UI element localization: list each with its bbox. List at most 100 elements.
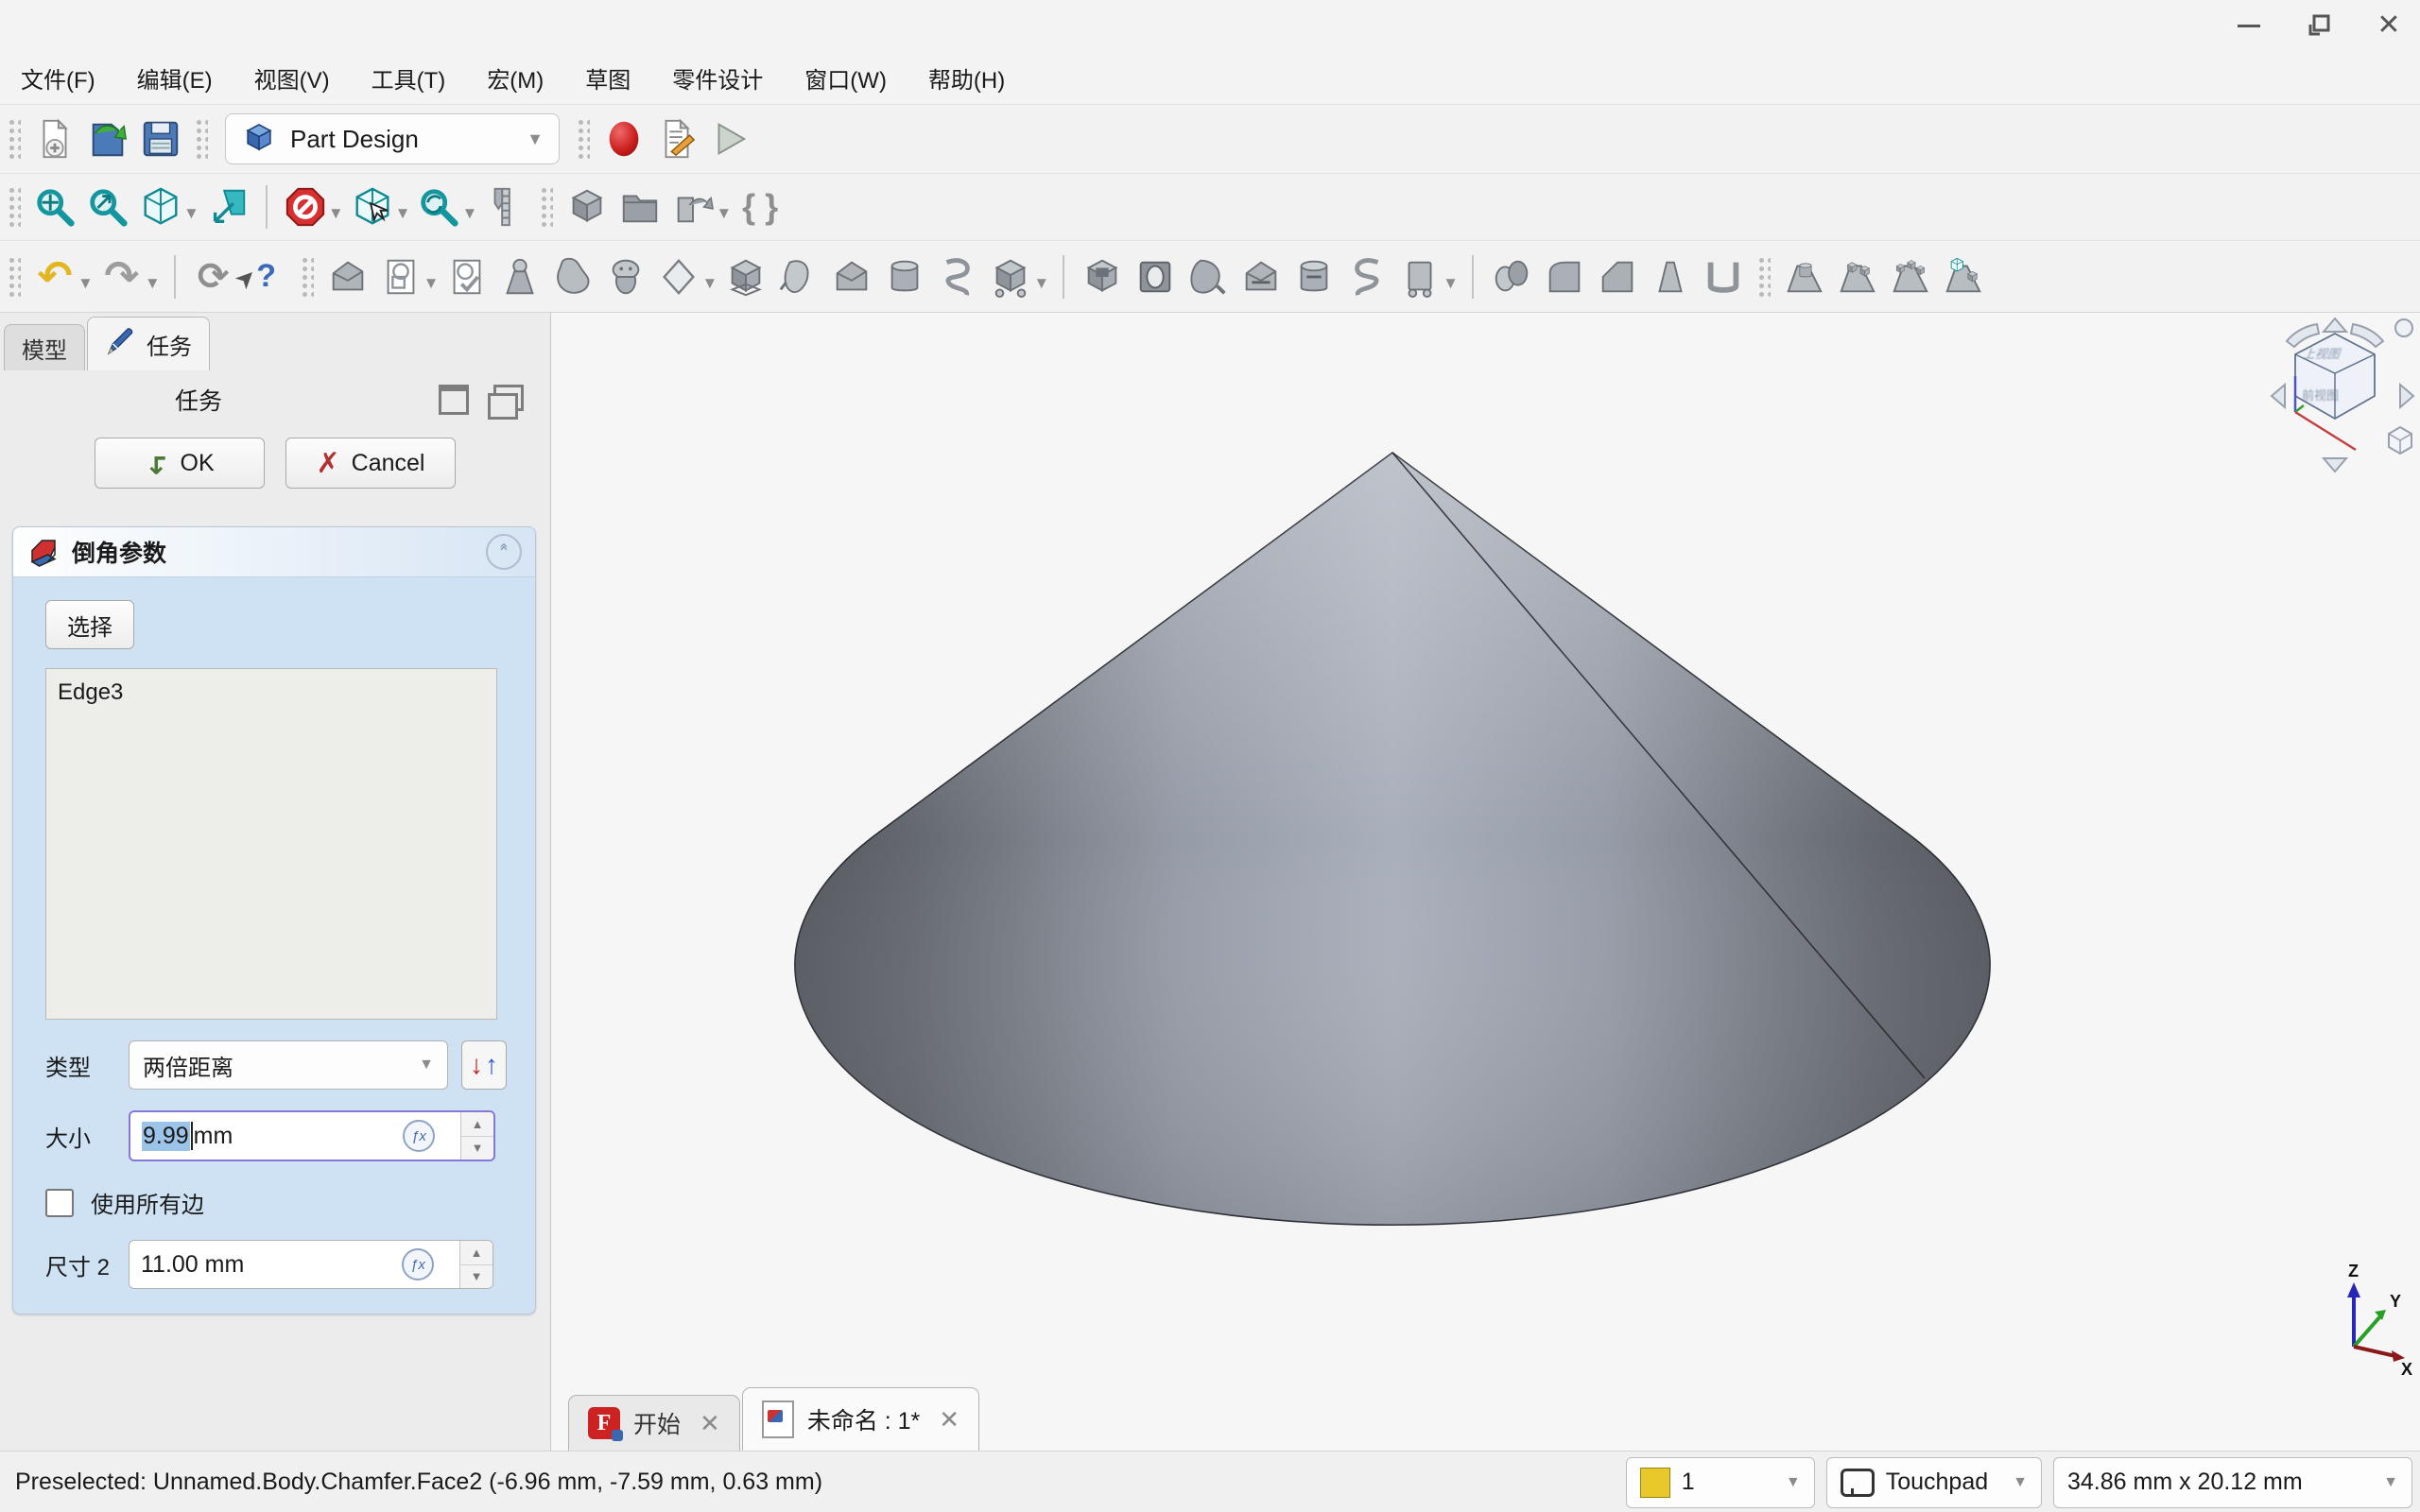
view-size-select[interactable]: 34.86 mm x 20.12 mm ▼ <box>2053 1457 2412 1508</box>
close-tab-icon[interactable]: ✕ <box>939 1405 959 1435</box>
toolbar-handle[interactable] <box>577 118 590 160</box>
layer-select[interactable]: 1 ▼ <box>1626 1457 1815 1508</box>
toolbar-handle[interactable] <box>1757 256 1771 298</box>
cancel-button[interactable]: ✗ Cancel <box>285 438 456 489</box>
spin-down-icon[interactable]: ▼ <box>461 1137 493 1160</box>
box-selection-icon[interactable] <box>346 180 399 233</box>
menu-macro[interactable]: 宏(M) <box>466 57 564 98</box>
subtractive-loft-icon[interactable] <box>1235 250 1288 303</box>
fit-all-icon[interactable] <box>28 180 81 233</box>
spin-down-icon[interactable]: ▼ <box>460 1265 493 1289</box>
isometric-view-icon[interactable] <box>134 180 187 233</box>
chamfer-icon[interactable] <box>1591 250 1644 303</box>
close-tab-icon[interactable]: ✕ <box>700 1409 720 1438</box>
create-body-icon[interactable] <box>321 250 374 303</box>
tab-start-page[interactable]: F 开始 ✕ <box>568 1395 740 1451</box>
additive-helix-icon[interactable] <box>931 250 984 303</box>
transformed-icon[interactable] <box>1778 250 1831 303</box>
subtractive-primitive-icon[interactable] <box>1393 250 1446 303</box>
toolbar-handle[interactable] <box>8 186 21 228</box>
shapebinder-icon[interactable] <box>546 250 599 303</box>
chamfer-type-select[interactable]: 两倍距离 ▼ <box>129 1040 448 1090</box>
subtractive-helix-icon[interactable] <box>1340 250 1393 303</box>
chamfer-parameters-header[interactable]: 倒角参数 ⌃⌃ <box>13 527 535 577</box>
toolbar-handle[interactable] <box>195 118 208 160</box>
fit-selection-icon[interactable] <box>81 180 134 233</box>
menu-window[interactable]: 窗口(W) <box>784 57 908 98</box>
sync-view-icon[interactable] <box>412 180 465 233</box>
tab-document[interactable]: 未命名 : 1* ✕ <box>742 1387 979 1451</box>
float-panel-icon[interactable] <box>439 385 469 415</box>
chevron-down-icon[interactable]: ▼ <box>78 274 94 293</box>
draw-style-icon[interactable] <box>201 180 254 233</box>
menu-sketch[interactable]: 草图 <box>564 57 651 98</box>
toolbar-handle[interactable] <box>301 256 314 298</box>
edge-list[interactable]: Edge3 <box>45 668 497 1020</box>
restore-button[interactable] <box>2305 11 2333 40</box>
mirrored-icon[interactable] <box>1485 250 1538 303</box>
save-icon[interactable] <box>134 112 187 165</box>
undo-icon[interactable]: ↶ <box>28 250 81 303</box>
menu-file[interactable]: 文件(F) <box>0 57 116 98</box>
redo-icon[interactable]: ↷ <box>95 250 148 303</box>
execute-macro-icon[interactable] <box>703 112 756 165</box>
size-input[interactable]: 9.99mm ƒx ▲▼ <box>129 1110 495 1161</box>
collapse-icon[interactable]: ⌃⌃ <box>486 534 522 570</box>
spin-up-icon[interactable]: ▲ <box>460 1241 493 1265</box>
chevron-down-icon[interactable]: ▼ <box>1443 274 1459 293</box>
measure-icon[interactable] <box>479 180 532 233</box>
additive-pipe-icon[interactable] <box>878 250 931 303</box>
part-icon[interactable] <box>561 180 614 233</box>
create-datum-icon[interactable] <box>652 250 705 303</box>
new-document-icon[interactable] <box>28 112 81 165</box>
cone-model[interactable] <box>551 313 2420 1451</box>
close-button[interactable]: ✕ <box>2375 11 2403 40</box>
menu-tools[interactable]: 工具(T) <box>351 57 467 98</box>
chevron-down-icon[interactable]: ▼ <box>461 204 477 223</box>
menu-view[interactable]: 视图(V) <box>233 57 351 98</box>
chevron-down-icon[interactable]: ▼ <box>1033 274 1049 293</box>
revolution-icon[interactable] <box>772 250 825 303</box>
size2-input[interactable]: 11.00 mm ƒx ▲▼ <box>129 1240 493 1289</box>
additive-loft-icon[interactable] <box>825 250 878 303</box>
fillet-icon[interactable] <box>1538 250 1591 303</box>
draft-icon[interactable] <box>1644 250 1697 303</box>
navigation-style-select[interactable]: Touchpad ▼ <box>1826 1457 2042 1508</box>
tab-model[interactable]: 模型 <box>4 324 85 370</box>
undock-panel-icon[interactable] <box>493 385 524 411</box>
subtractive-pipe-icon[interactable] <box>1288 250 1340 303</box>
edit-sketch-icon[interactable] <box>441 250 493 303</box>
datum-point-icon[interactable] <box>493 250 546 303</box>
flip-direction-button[interactable]: ↓ ↑ <box>461 1040 507 1090</box>
record-macro-icon[interactable] <box>597 112 650 165</box>
minimize-button[interactable] <box>2235 11 2263 40</box>
toolbar-handle[interactable] <box>8 118 21 160</box>
workbench-selector[interactable]: Part Design ▼ <box>225 113 560 164</box>
expression-fx-icon[interactable]: ƒx <box>402 1248 434 1280</box>
pad-icon[interactable] <box>719 250 772 303</box>
expression-fx-icon[interactable]: ƒx <box>403 1120 435 1152</box>
menu-partdesign[interactable]: 零件设计 <box>651 57 784 98</box>
chevron-down-icon[interactable]: ▼ <box>716 204 732 223</box>
navigation-cube[interactable]: 上视图 前视图 <box>2245 313 2420 478</box>
use-all-edges-checkbox[interactable] <box>45 1189 74 1217</box>
link-export-icon[interactable] <box>666 180 719 233</box>
size2-spinner[interactable]: ▲▼ <box>459 1241 493 1288</box>
chevron-down-icon[interactable]: ▼ <box>424 274 440 293</box>
edge-list-item[interactable]: Edge3 <box>58 677 485 709</box>
chevron-down-icon[interactable]: ▼ <box>183 204 199 223</box>
spin-up-icon[interactable]: ▲ <box>461 1112 493 1137</box>
additive-primitive-icon[interactable] <box>984 250 1037 303</box>
polar-pattern-icon[interactable] <box>1884 250 1937 303</box>
hole-icon[interactable] <box>1129 250 1182 303</box>
ok-button[interactable]: ↵ OK <box>95 438 265 489</box>
whats-this-icon[interactable]: ? <box>240 250 293 303</box>
groove-icon[interactable] <box>1182 250 1235 303</box>
multitransform-icon[interactable] <box>1937 250 1990 303</box>
menu-help[interactable]: 帮助(H) <box>908 57 1026 98</box>
expression-icon[interactable]: { } <box>734 180 786 233</box>
chevron-down-icon[interactable]: ▼ <box>701 274 717 293</box>
open-document-icon[interactable] <box>81 112 134 165</box>
size-spinner[interactable]: ▲▼ <box>460 1112 493 1160</box>
linear-pattern-icon[interactable] <box>1831 250 1884 303</box>
